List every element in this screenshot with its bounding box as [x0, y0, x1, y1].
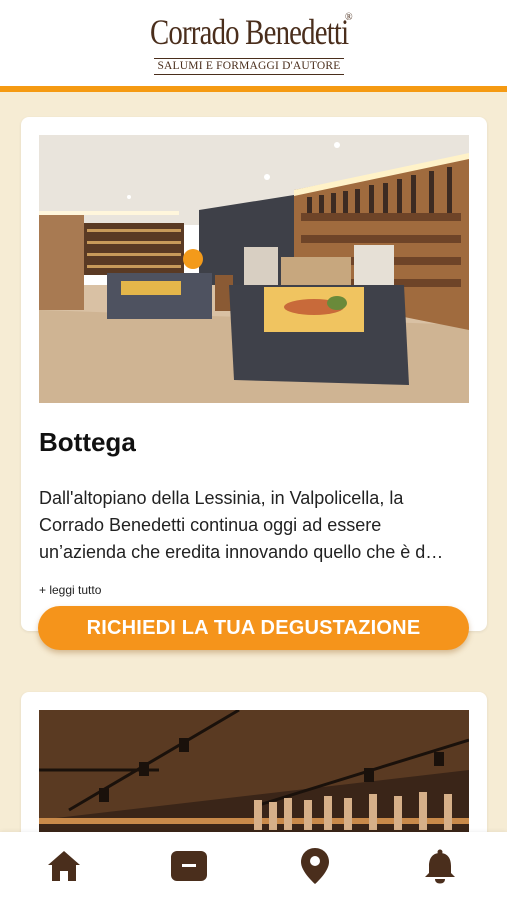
home-icon — [48, 851, 80, 881]
header-divider — [0, 86, 507, 92]
nav-card-button[interactable] — [167, 846, 211, 886]
card-title: Bottega — [39, 427, 136, 457]
nav-home-button[interactable] — [42, 846, 86, 886]
bell-icon — [425, 849, 455, 884]
shop-card[interactable]: Bottega Dall'altopiano della Lessinia, i… — [21, 117, 487, 631]
shop-photo — [39, 135, 469, 403]
logo-registered-mark: ® — [345, 12, 353, 23]
nav-map-button[interactable] — [293, 846, 337, 886]
nav-notifications-button[interactable] — [418, 846, 462, 886]
logo-name: Corrado Benedetti — [150, 12, 349, 52]
map-pin-icon — [301, 848, 329, 884]
request-tasting-button[interactable]: RICHIEDI LA TUA DEGUSTAZIONE — [38, 606, 469, 650]
brand-logo[interactable]: Corrado Benedetti ® SALUMI E FORMAGGI D'… — [150, 12, 358, 76]
app-header: Corrado Benedetti ® SALUMI E FORMAGGI D'… — [0, 0, 507, 86]
card-icon — [171, 851, 207, 881]
logo-tagline: SALUMI E FORMAGGI D'AUTORE — [154, 58, 344, 75]
bottom-navigation — [0, 832, 507, 900]
card-description: Dall'altopiano della Lessinia, in Valpol… — [39, 488, 444, 562]
read-more-link[interactable]: + leggi tutto — [39, 583, 101, 597]
